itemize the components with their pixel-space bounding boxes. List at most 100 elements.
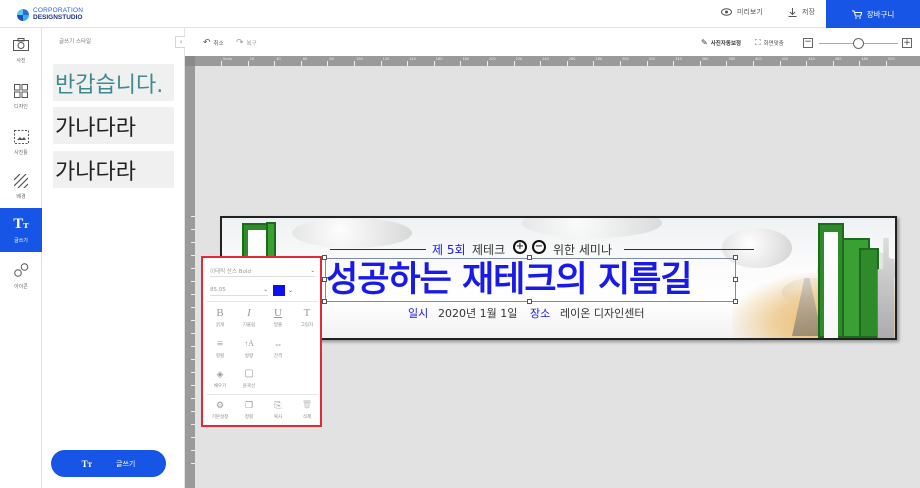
fill-button[interactable]: ◈ 채우기 [206,368,234,389]
redo-button[interactable]: ↷ 복구 [236,38,257,48]
ruler-tick-label: 260 [568,57,576,61]
rail-item-background[interactable]: 배경 [0,164,42,208]
cloud-decoration [292,218,412,248]
ruler-tick-label: 180 [462,57,470,61]
spacing-label: 간격 [273,354,283,359]
outline-button[interactable]: ▢ 윤곽선 [235,368,263,389]
ruler-tick [327,61,329,66]
ruler-tick [191,307,195,308]
paint-bucket-icon: ◈ [216,369,224,379]
ruler-tick-label: 360 [701,57,709,61]
resize-handle[interactable] [527,299,532,304]
ruler-tick-label: 480 [861,57,869,61]
font-size-select[interactable]: 85.05 ⌄ [210,284,268,296]
shadow-icon: T [303,307,311,319]
underline-label: 밑줄 [273,323,283,328]
font-family-select[interactable]: 이태릭 산스 Bold ⌄ [210,265,315,277]
zoom-out-button[interactable]: − [803,38,813,48]
rail-label: 아이콘 [14,283,28,290]
spacing-button[interactable]: ⇔ 간격 [264,338,292,359]
cloud-decoration [522,218,662,238]
ruler-tick [191,385,195,386]
doorway-right [824,232,838,338]
ruler-tick-label: 400 [755,57,762,61]
undo-label: 취소 [213,41,224,47]
ruler-tick-label: 500 [888,57,895,61]
zoom-out-tool-icon[interactable]: − [532,240,546,254]
underline-icon: U [274,307,282,319]
save-button[interactable]: 저장 [788,7,815,17]
font-size-value: 85.05 [210,286,226,293]
camera-icon [13,37,29,53]
align-label: 정렬 [215,354,225,359]
delete-button[interactable]: 🗑 삭제 [293,399,321,420]
resize-handle[interactable] [322,299,327,304]
direction-button[interactable]: ↑A 방향 [235,338,263,359]
italic-button[interactable]: I 기울림 [235,307,263,328]
plus-icon: + [903,38,911,48]
underline-button[interactable]: U 밑줄 [264,307,292,328]
shadow-button[interactable]: T 그림자 [293,307,321,328]
auto-correct-label: 사진자동보정 [710,40,742,47]
date-value: 2020년 1월 1일 [438,307,518,320]
copy-button[interactable]: ⎘ 복사 [264,399,292,420]
zoom-slider-handle[interactable] [853,38,864,49]
auto-correct-button[interactable]: ✎ 사진자동보정 [701,38,741,47]
text-style-sample[interactable]: 가나다라 [53,107,174,144]
ruler-tick-label: 0mm [223,57,233,61]
write-text-button[interactable]: Tт 글쓰기 [51,450,166,477]
ruler-tick [191,398,195,399]
ruler-tick [886,61,887,66]
ruler-tick-label: 440 [808,57,815,61]
arrange-button[interactable]: ❐ 정렬 [235,399,263,420]
resize-handle[interactable] [733,299,738,304]
rail-item-photo[interactable]: 사진 [0,28,42,72]
ruler-tick-label: 460 [834,57,842,61]
bold-button[interactable]: B 굵게 [206,307,234,328]
rail-item-text[interactable]: Tт 글쓰기 [0,208,42,252]
rail-item-icons[interactable]: 아이콘 [0,254,42,298]
default-settings-button[interactable]: ⚙ 기본설정 [206,399,234,420]
ruler-tick [191,229,195,230]
text-selection-box[interactable] [325,258,736,302]
text-style-sample[interactable]: 가나다라 [53,151,174,188]
ruler-tick [191,216,195,217]
ruler-tick-label: 160 [435,57,443,61]
shapes-icon [13,263,29,279]
chevron-down-icon: ⌄ [310,267,315,274]
logo[interactable]: CORPORATION DESIGNSTUDIO [17,7,83,21]
text-style-sample[interactable]: 반갑습니다. [53,64,174,101]
resize-handle[interactable] [733,277,738,282]
align-icon: ≡ [216,338,224,350]
resize-handle[interactable] [322,277,327,282]
cart-button[interactable]: 장바구니 [826,0,920,28]
ruler-tick [191,411,195,412]
copy-icon: ⎘ [274,400,282,410]
ruler-tick [487,61,488,66]
rail-item-photo-frame[interactable]: 사진틀 [0,120,42,164]
zoom-in-button[interactable]: + [902,38,912,48]
resize-handle[interactable] [733,255,738,260]
gear-icon: ⚙ [215,400,225,410]
ruler-tick [380,61,382,66]
text-color-picker[interactable]: ⌄ [273,284,295,296]
ruler-tick [191,268,195,269]
tool-rail: 사진 디자인 사진틀 배경 Tт 글쓰기 아이콘 [0,28,42,488]
chevron-down-icon: ⌄ [263,286,268,293]
resize-handle[interactable] [322,255,327,260]
zoom-in-tool-icon[interactable]: + [513,240,527,254]
download-icon [788,7,797,17]
fit-screen-button[interactable]: ⛶ 화면맞춤 [755,38,784,48]
event-subtitle-part: 제테크 [472,243,506,257]
divider [207,301,318,302]
write-button-label: 글쓰기 [116,459,136,468]
ruler-tick-label: 320 [648,57,656,61]
undo-button[interactable]: ↶ 취소 [203,38,224,48]
align-button[interactable]: ≡ 정렬 [206,338,234,359]
resize-handle[interactable] [527,255,532,260]
preview-button[interactable]: 미리보기 [721,7,763,17]
default-settings-label: 기본설정 [211,415,229,420]
font-family-value: 이태릭 산스 Bold [210,268,251,275]
rail-item-design[interactable]: 디자인 [0,74,42,118]
ruler-tick-label: 20 [249,57,255,61]
